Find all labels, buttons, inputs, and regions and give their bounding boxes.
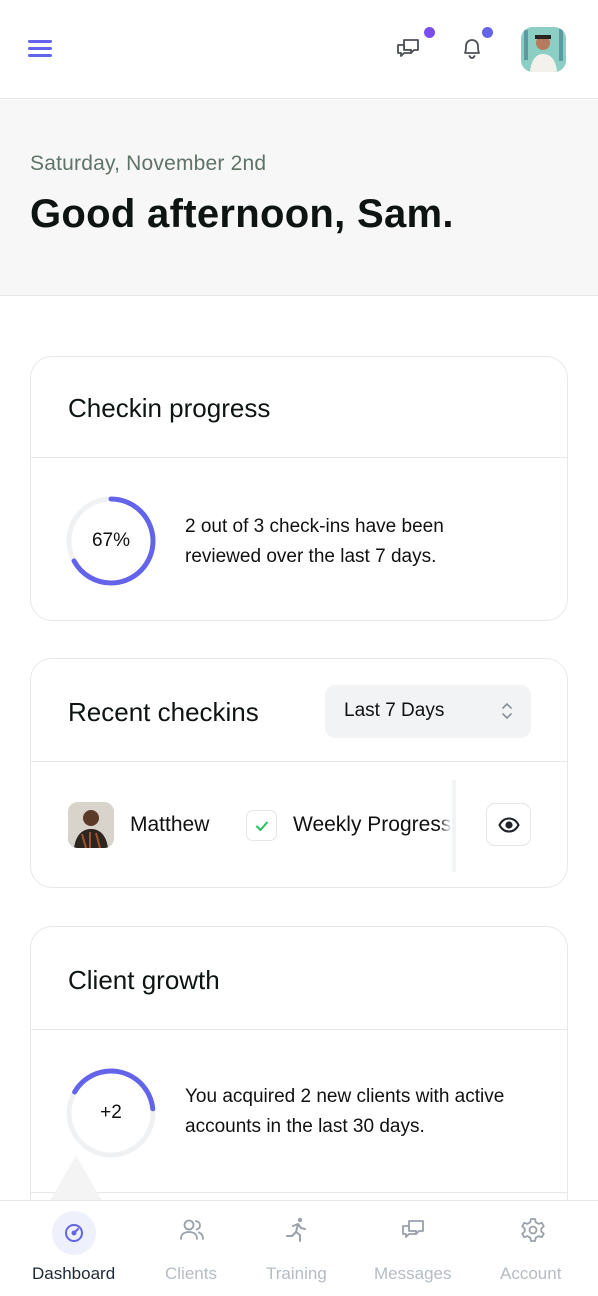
card-title: Client growth xyxy=(68,965,220,995)
checkin-percent-label: 67% xyxy=(91,530,131,551)
nav-label: Dashboard xyxy=(32,1264,116,1283)
client-growth-description: You acquired 2 new clients with active a… xyxy=(185,1086,505,1137)
eye-icon xyxy=(498,817,520,833)
current-date: Saturday, November 2nd xyxy=(30,152,267,175)
chat-bubbles-icon xyxy=(402,1220,424,1238)
card-header: Checkin progress xyxy=(31,357,567,458)
card-title: Recent checkins xyxy=(68,697,259,727)
card-title: Checkin progress xyxy=(68,393,271,423)
reviewed-checkbox[interactable] xyxy=(246,810,277,841)
user-avatar[interactable] xyxy=(521,27,566,72)
checkin-progress-description: 2 out of 3 check-ins have been reviewed … xyxy=(185,516,444,567)
top-app-bar xyxy=(0,0,598,99)
bell-icon xyxy=(464,39,480,59)
client-name: Matthew xyxy=(130,813,210,836)
dashboard-gauge-icon xyxy=(65,1224,83,1242)
card-divider xyxy=(31,1192,567,1193)
card-header: Recent checkins Last 7 Days xyxy=(31,659,567,762)
chevron-up-down-icon xyxy=(502,703,512,719)
view-checkin-button[interactable] xyxy=(486,803,531,846)
date-range-select[interactable]: Last 7 Days xyxy=(325,685,531,738)
nav-label: Messages xyxy=(374,1264,452,1283)
users-icon xyxy=(180,1219,204,1240)
hamburger-menu-icon[interactable] xyxy=(28,38,54,60)
nav-account[interactable]: Account xyxy=(494,1201,578,1296)
checkin-progress-card: Checkin progress 67% 2 out of 3 check-in… xyxy=(30,356,568,621)
nav-training[interactable]: Training xyxy=(256,1201,340,1296)
nav-label: Account xyxy=(500,1264,562,1283)
messages-badge xyxy=(424,27,435,38)
client-growth-count: +2 xyxy=(100,1102,122,1123)
messages-button[interactable] xyxy=(394,34,426,66)
check-icon xyxy=(256,821,268,831)
chat-bubbles-icon xyxy=(397,39,419,57)
client-growth-card: Client growth +2 You acquired 2 new clie… xyxy=(30,926,568,1246)
table-row[interactable]: Matthew Weekly Progress xyxy=(31,762,567,887)
notifications-button[interactable] xyxy=(458,34,490,66)
nav-clients[interactable]: Clients xyxy=(150,1201,234,1296)
gear-icon xyxy=(521,1218,545,1242)
nav-messages[interactable]: Messages xyxy=(368,1201,462,1296)
recent-checkins-card: Recent checkins Last 7 Days Matthew Week… xyxy=(30,658,568,888)
column-divider xyxy=(452,780,456,872)
date-range-selected: Last 7 Days xyxy=(344,700,445,721)
client-avatar xyxy=(68,802,114,848)
card-header: Client growth xyxy=(31,927,567,1030)
greeting-headline: Good afternoon, Sam. xyxy=(30,192,454,236)
checkin-form-name: Weekly Progress xyxy=(293,813,452,836)
nav-label: Training xyxy=(266,1264,327,1283)
notifications-badge xyxy=(482,27,493,38)
nav-label: Clients xyxy=(165,1264,217,1283)
running-figure-icon xyxy=(286,1217,306,1242)
bottom-navigation: Dashboard Clients Training Messages Acco… xyxy=(0,1200,598,1296)
nav-dashboard[interactable]: Dashboard xyxy=(22,1201,126,1296)
decorative-triangle xyxy=(50,1155,102,1201)
